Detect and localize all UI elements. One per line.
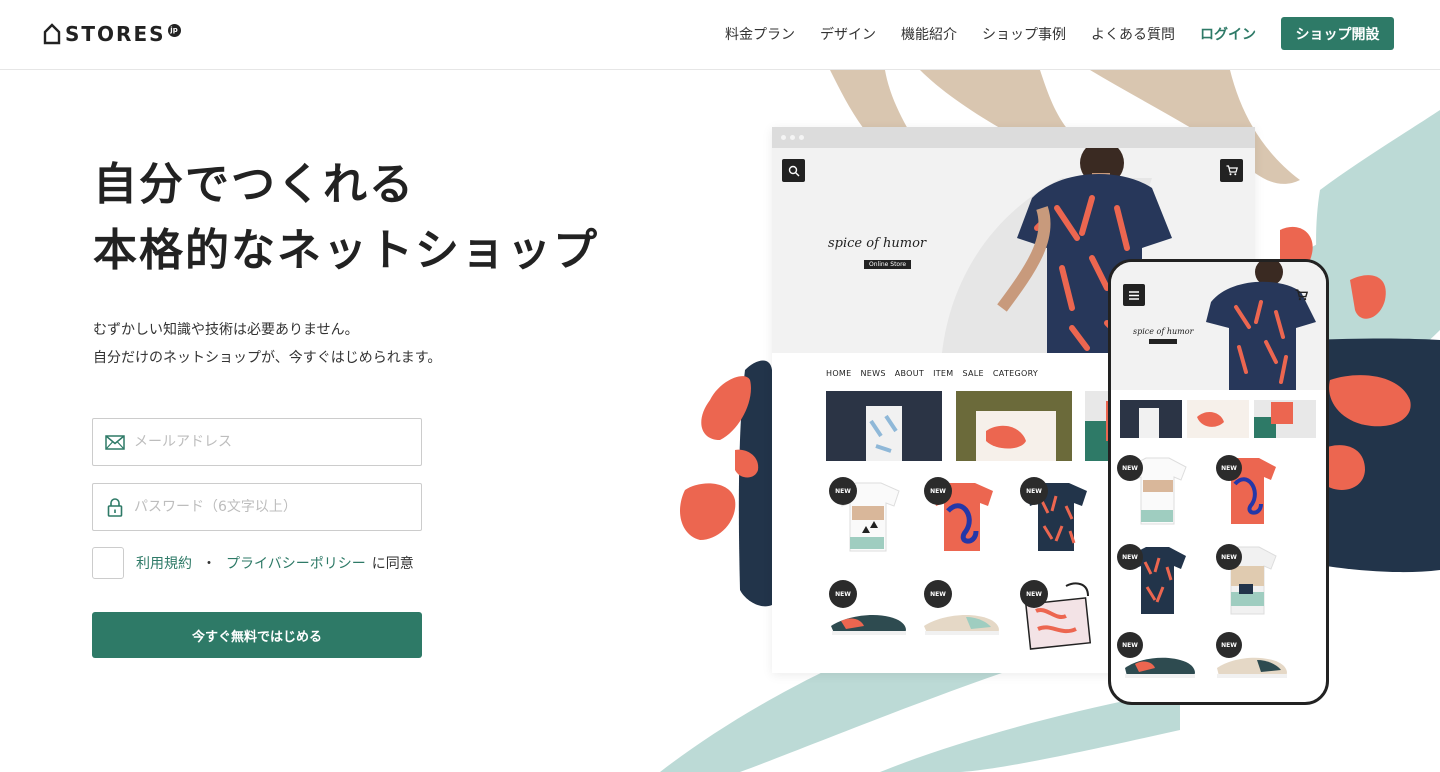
nav-features[interactable]: 機能紹介 <box>901 24 957 44</box>
logo-jp-badge: jp <box>167 23 181 37</box>
cart-icon[interactable] <box>1290 284 1312 306</box>
cart-icon[interactable] <box>1220 159 1243 182</box>
nav-pricing[interactable]: 料金プラン <box>725 24 795 44</box>
new-badge: NEW <box>1117 544 1143 570</box>
login-link[interactable]: ログイン <box>1200 24 1256 44</box>
lock-icon <box>104 496 126 518</box>
mail-icon <box>104 431 126 453</box>
house-logo-icon <box>43 23 61 45</box>
password-input[interactable] <box>134 499 404 515</box>
new-badge: NEW <box>924 477 952 505</box>
headline-line-2: 本格的なネットショップ <box>93 225 599 276</box>
new-badge: NEW <box>829 580 857 608</box>
new-badge: NEW <box>924 580 952 608</box>
shop-nav-category[interactable]: CATEGORY <box>993 369 1038 378</box>
shop-nav: HOME NEWS ABOUT ITEM SALE CATEGORY <box>826 369 1047 378</box>
browser-bar <box>772 127 1255 148</box>
shop-tagline: Online Store <box>864 260 912 269</box>
privacy-link[interactable]: プライバシーポリシー <box>226 553 366 573</box>
hero-headline: 自分でつくれる 本格的なネットショップ <box>93 152 599 284</box>
start-free-button[interactable]: 今すぐ無料ではじめる <box>92 612 422 658</box>
menu-icon[interactable] <box>1123 284 1145 306</box>
terms-separator: ・ <box>202 556 216 572</box>
new-badge: NEW <box>1216 544 1242 570</box>
new-badge: NEW <box>829 477 857 505</box>
new-badge: NEW <box>1216 455 1242 481</box>
svg-text:spice of humor: spice of humor <box>1133 327 1195 336</box>
shop-nav-sale[interactable]: SALE <box>962 369 983 378</box>
main-nav: 料金プラン デザイン 機能紹介 ショップ事例 よくある質問 ログイン ショップ開… <box>700 17 1394 50</box>
hero-lead: むずかしい知識や技術は必要ありません。 自分だけのネットショップが、今すぐはじめ… <box>93 316 441 372</box>
shop-nav-about[interactable]: ABOUT <box>895 369 924 378</box>
terms-link[interactable]: 利用規約 <box>136 553 192 573</box>
lead-line-2: 自分だけのネットショップが、今すぐはじめられます。 <box>93 350 442 366</box>
logo-text: STORES <box>65 22 166 46</box>
new-badge: NEW <box>1117 455 1143 481</box>
terms-agreement: 利用規約 ・ プライバシーポリシー に同意 <box>92 547 414 579</box>
email-field[interactable] <box>92 418 422 466</box>
shop-nav-item[interactable]: ITEM <box>933 369 953 378</box>
nav-design[interactable]: デザイン <box>820 24 876 44</box>
new-badge: NEW <box>1020 580 1048 608</box>
new-badge: NEW <box>1216 632 1242 658</box>
new-badge: NEW <box>1117 632 1143 658</box>
nav-faq[interactable]: よくある質問 <box>1091 24 1175 44</box>
search-icon[interactable] <box>782 159 805 182</box>
password-field[interactable] <box>92 483 422 531</box>
mobile-shop-preview: spice of humor NEW NEW NEW NEW NEW NEW <box>1108 259 1329 705</box>
new-badge: NEW <box>1020 477 1048 505</box>
agree-label: に同意 <box>371 556 414 572</box>
lead-line-1: むずかしい知識や技術は必要ありません。 <box>93 322 359 338</box>
shop-name: spice of humor <box>828 236 927 251</box>
shop-nav-home[interactable]: HOME <box>826 369 851 378</box>
site-header: STORES jp 料金プラン デザイン 機能紹介 ショップ事例 よくある質問 … <box>0 0 1440 70</box>
email-input[interactable] <box>134 434 404 450</box>
agree-checkbox[interactable] <box>92 547 124 579</box>
nav-cases[interactable]: ショップ事例 <box>982 24 1066 44</box>
headline-line-1: 自分でつくれる <box>93 159 415 210</box>
shop-nav-news[interactable]: NEWS <box>860 369 885 378</box>
open-shop-button[interactable]: ショップ開設 <box>1281 17 1394 50</box>
stores-logo[interactable]: STORES jp <box>43 22 181 46</box>
